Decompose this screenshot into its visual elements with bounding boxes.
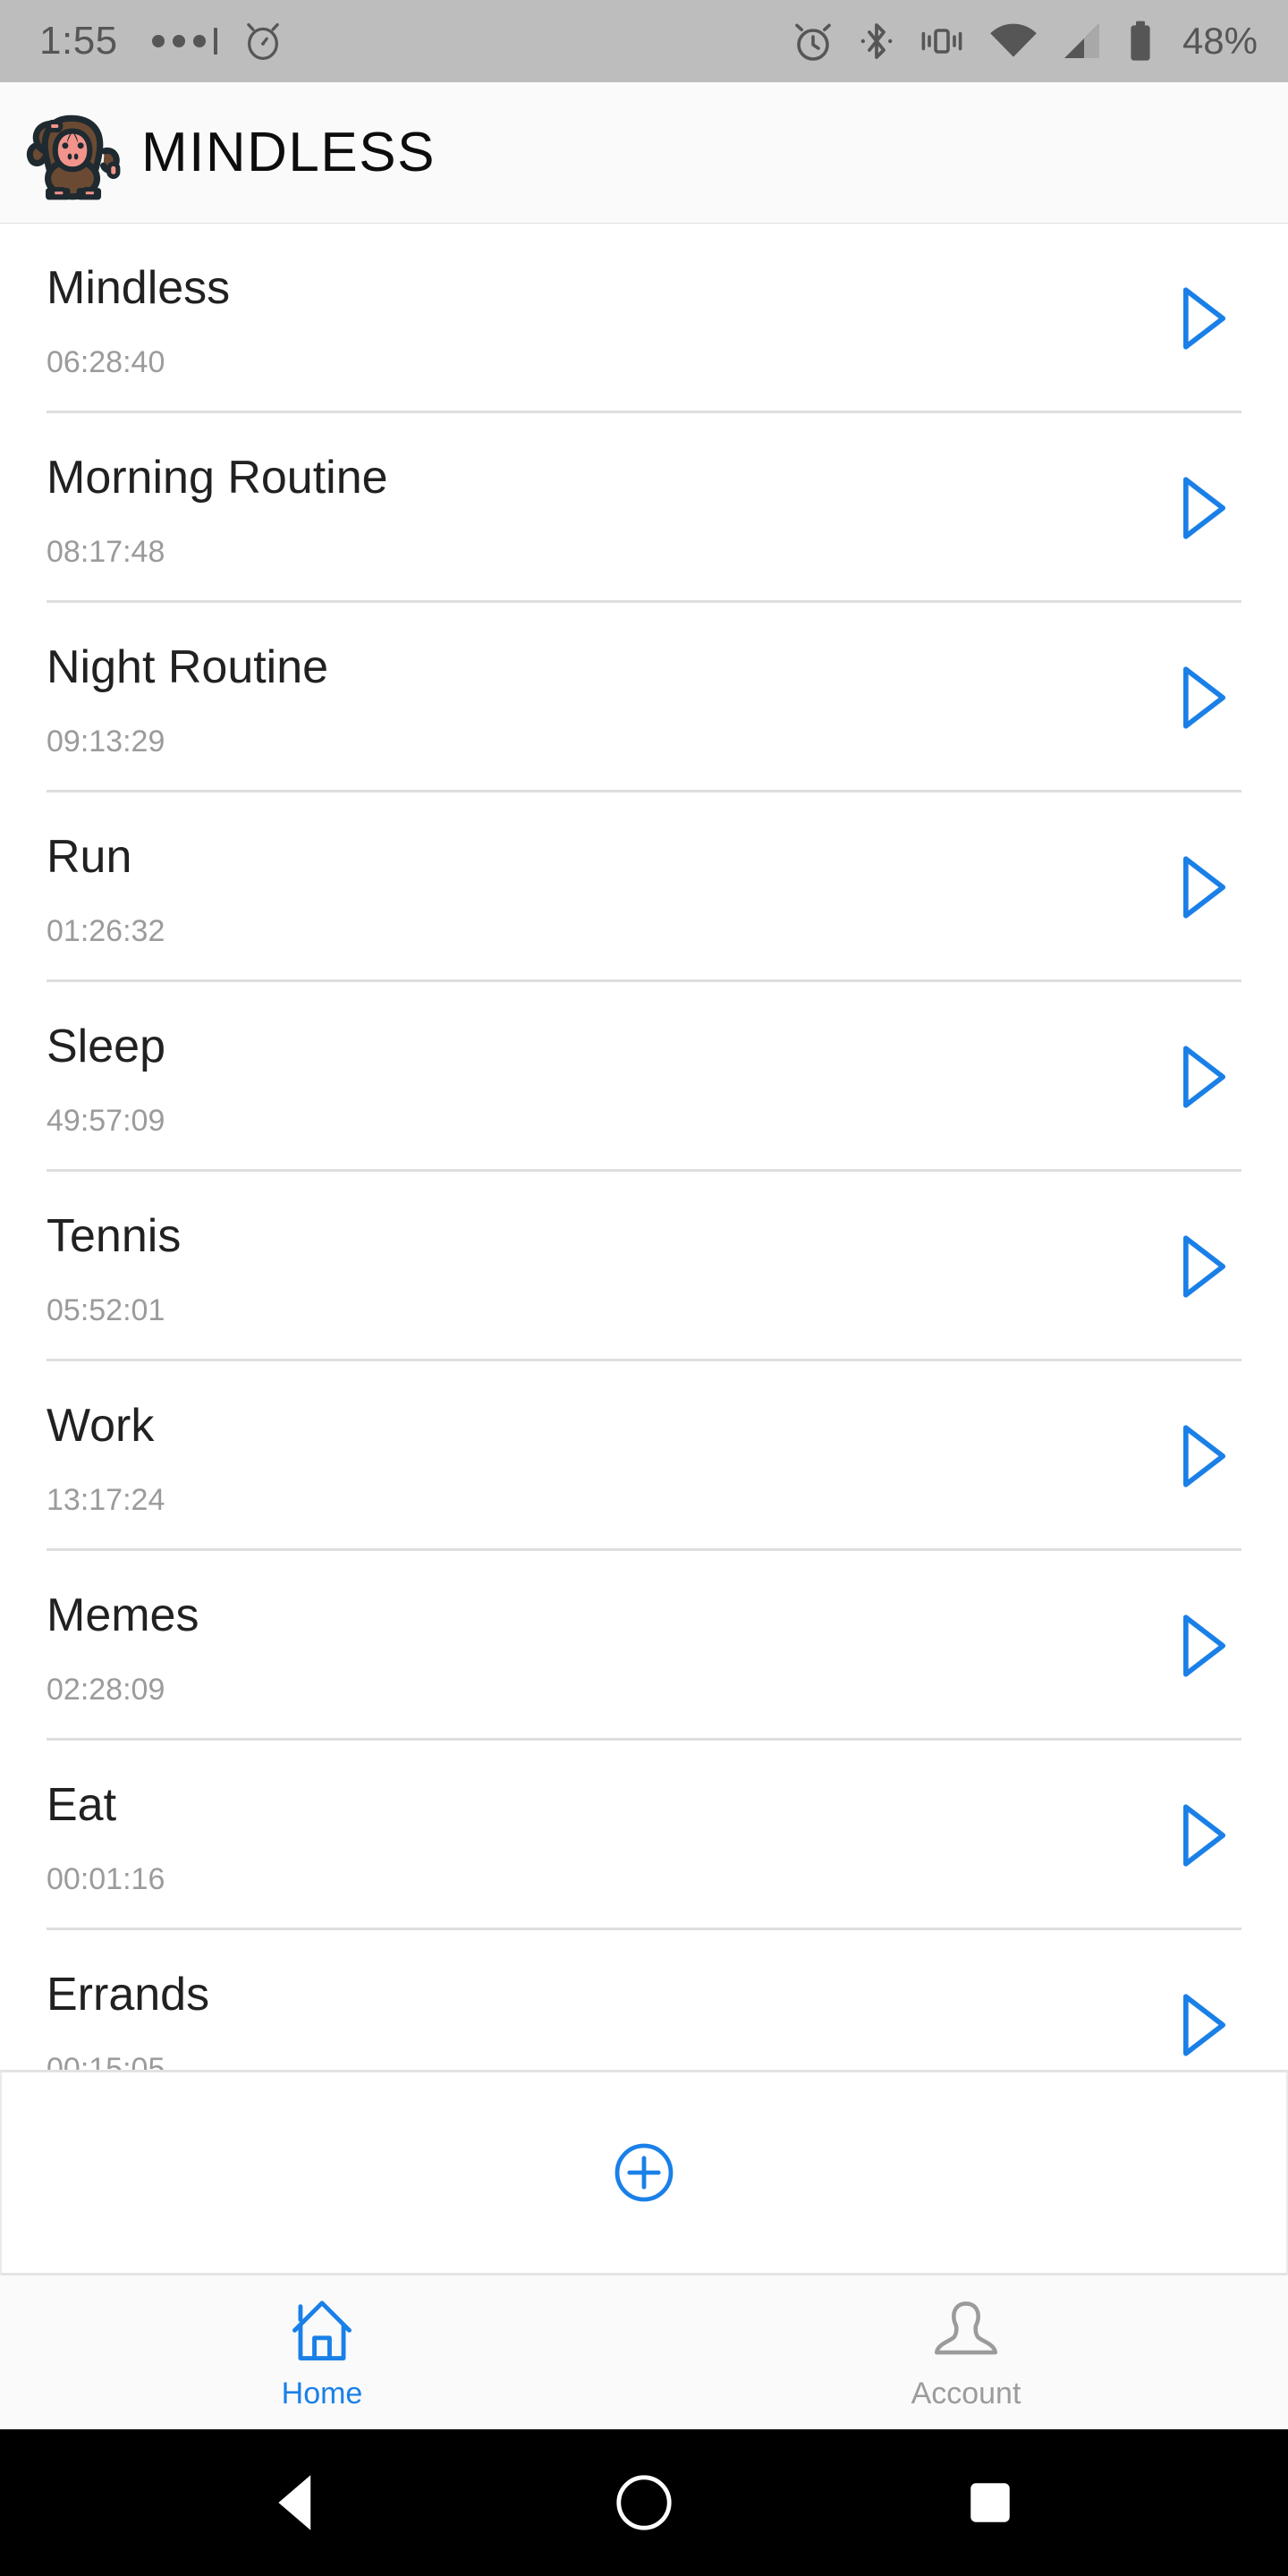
activity-elapsed-time: 09:13:29 [47, 724, 165, 758]
activity-name: Work [47, 1400, 155, 1452]
activity-elapsed-time: 06:28:40 [47, 345, 165, 379]
play-button[interactable] [1165, 1607, 1241, 1684]
back-button[interactable] [258, 2462, 338, 2543]
activity-elapsed-time: 00:01:16 [47, 1862, 165, 1896]
activity-row[interactable]: Mindless 06:28:40 [0, 224, 1288, 413]
play-button[interactable] [1165, 1797, 1241, 1874]
activity-elapsed-time: 08:17:48 [47, 535, 165, 569]
activity-name: Morning Routine [47, 452, 388, 504]
alarm-icon [242, 19, 284, 64]
play-button[interactable] [1165, 1038, 1241, 1115]
play-button[interactable] [1165, 280, 1241, 357]
add-activity-bar[interactable] [0, 2070, 1288, 2275]
activity-name: Memes [47, 1589, 199, 1641]
activity-row-texts: Tennis 05:52:01 [47, 1172, 1165, 1361]
activity-name: Night Routine [47, 641, 329, 693]
activity-row[interactable]: Night Routine 09:13:29 [0, 603, 1288, 792]
bluetooth-icon [859, 18, 894, 64]
bottom-navigation: Home Account [0, 2275, 1288, 2429]
nav-label-home: Home [281, 2377, 363, 2411]
activity-name: Mindless [47, 262, 231, 314]
play-icon[interactable] [1171, 1421, 1235, 1491]
android-system-navigation [0, 2429, 1288, 2576]
activity-row[interactable]: Sleep 49:57:09 [0, 982, 1288, 1172]
activity-elapsed-time: 01:26:32 [47, 914, 165, 948]
home-button[interactable] [604, 2462, 684, 2543]
activity-row[interactable]: Errands 00:15:05 [0, 1930, 1288, 2070]
play-button[interactable] [1165, 470, 1241, 547]
activity-row-texts: Morning Routine 08:17:48 [47, 413, 1165, 603]
nav-label-account: Account [911, 2377, 1021, 2411]
activity-elapsed-time: 49:57:09 [47, 1104, 165, 1138]
activity-row[interactable]: Eat 00:01:16 [0, 1741, 1288, 1930]
play-button[interactable] [1165, 1418, 1241, 1495]
activity-row-texts: Memes 02:28:09 [47, 1551, 1165, 1741]
battery-percent-label: 48% [1182, 20, 1258, 62]
activity-elapsed-time: 00:15:05 [47, 2052, 165, 2070]
page-title: MINDLESS [141, 121, 436, 183]
activity-elapsed-time: 02:28:09 [47, 1673, 165, 1707]
play-icon[interactable] [1171, 284, 1235, 353]
activity-list[interactable]: Mindless 06:28:40 Morning Routine 08:17:48 N… [0, 224, 1288, 2070]
alarm-clock-icon [791, 18, 835, 64]
status-bar: 1:55 48% [0, 0, 1288, 82]
play-icon[interactable] [1171, 1611, 1235, 1681]
activity-name: Sleep [47, 1021, 165, 1072]
nav-item-account[interactable]: Account [644, 2275, 1288, 2429]
notification-dots-icon [151, 28, 217, 55]
monkey-logo [26, 114, 121, 199]
wifi-icon [989, 21, 1038, 61]
activity-row-texts: Errands 00:15:05 [47, 1930, 1165, 2070]
activity-name: Eat [47, 1779, 117, 1831]
activity-row-texts: Eat 00:01:16 [47, 1741, 1165, 1930]
activity-elapsed-time: 13:17:24 [47, 1483, 165, 1517]
play-button[interactable] [1165, 849, 1241, 926]
play-button[interactable] [1165, 1228, 1241, 1305]
play-button[interactable] [1165, 659, 1241, 736]
nav-item-home[interactable]: Home [0, 2275, 644, 2429]
play-icon[interactable] [1171, 1801, 1235, 1870]
status-bar-icons: 48% [791, 18, 1258, 64]
activity-name: Errands [47, 1969, 210, 2021]
play-icon[interactable] [1171, 852, 1235, 922]
status-bar-clock: 1:55 [39, 19, 118, 63]
play-button[interactable] [1165, 1987, 1241, 2063]
activity-row-texts: Mindless 06:28:40 [47, 224, 1165, 413]
activity-row[interactable]: Work 13:17:24 [0, 1361, 1288, 1551]
play-icon[interactable] [1171, 1990, 1235, 2060]
activity-elapsed-time: 05:52:01 [47, 1293, 165, 1327]
activity-row-texts: Work 13:17:24 [47, 1361, 1165, 1551]
cellular-signal-icon [1061, 21, 1104, 61]
activity-name: Run [47, 831, 132, 883]
vibrate-icon [918, 20, 966, 63]
play-icon[interactable] [1171, 1042, 1235, 1112]
home-icon[interactable] [287, 2296, 357, 2366]
phone-screen: 1:55 48% MINDLESS Mindless 06:28:40 Morn… [0, 0, 1288, 2576]
activity-row-texts: Run 01:26:32 [47, 792, 1165, 982]
recents-button[interactable] [950, 2462, 1030, 2543]
activity-row-texts: Night Routine 09:13:29 [47, 603, 1165, 792]
person-icon[interactable] [931, 2296, 1001, 2366]
activity-row-texts: Sleep 49:57:09 [47, 982, 1165, 1172]
play-icon[interactable] [1171, 473, 1235, 543]
activity-row[interactable]: Run 01:26:32 [0, 792, 1288, 982]
activity-row[interactable]: Memes 02:28:09 [0, 1551, 1288, 1741]
app-bar: MINDLESS [0, 82, 1288, 224]
activity-row[interactable]: Morning Routine 08:17:48 [0, 413, 1288, 603]
activity-row[interactable]: Tennis 05:52:01 [0, 1172, 1288, 1361]
activity-name: Tennis [47, 1210, 182, 1262]
battery-icon [1127, 20, 1154, 63]
play-icon[interactable] [1171, 1232, 1235, 1301]
play-icon[interactable] [1171, 663, 1235, 733]
add-circle-icon[interactable] [612, 2140, 676, 2205]
